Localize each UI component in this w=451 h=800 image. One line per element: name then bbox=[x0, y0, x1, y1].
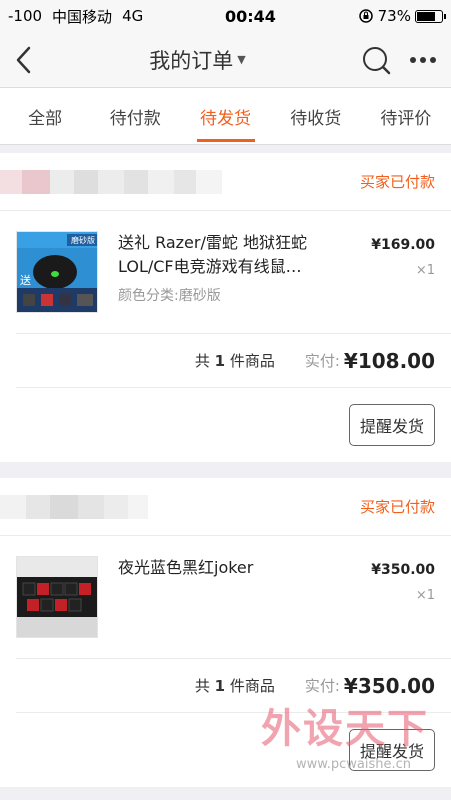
paid-amount: ¥350.00 bbox=[343, 673, 435, 698]
search-button[interactable] bbox=[361, 45, 391, 75]
tab-pending-payment[interactable]: 待付款 bbox=[90, 88, 180, 144]
tab-pending-payment-label: 待付款 bbox=[109, 108, 161, 129]
item-count-prefix: 共 bbox=[194, 677, 210, 695]
page-title: 我的订单 bbox=[149, 48, 234, 73]
status-left: -100 中国移动 4G bbox=[8, 6, 143, 27]
mouse-product-image: 磨砂版 送 bbox=[17, 232, 97, 312]
item-price-block: ¥350.00 ×1 bbox=[365, 556, 435, 638]
caret-down-icon: ▼ bbox=[237, 53, 246, 66]
more-dots-icon bbox=[410, 56, 436, 63]
item-count-prefix: 共 bbox=[194, 352, 210, 370]
shop-name-blurred[interactable] bbox=[0, 169, 222, 194]
site-watermark-url: www.pcwaishe.cn bbox=[296, 757, 411, 772]
order-card: 买家已付款 磨砂版 送 送礼 Razer/雷蛇 地狱狂蛇LOL/CF电竞游戏有线… bbox=[0, 153, 451, 462]
item-count: 共 1 件商品 bbox=[195, 675, 275, 696]
nav-bar: 我的订单 ▼ bbox=[0, 32, 451, 88]
item-info: 送礼 Razer/雷蛇 地狱狂蛇LOL/CF电竞游戏有线鼠… 颜色分类:磨砂版 bbox=[98, 231, 365, 313]
site-watermark: 外设天下 bbox=[261, 706, 429, 752]
back-button[interactable] bbox=[14, 46, 34, 74]
tab-pending-receipt[interactable]: 待收货 bbox=[271, 88, 361, 144]
order-header: 买家已付款 bbox=[0, 153, 451, 211]
tab-pending-receipt-label: 待收货 bbox=[290, 108, 342, 129]
item-price-block: ¥169.00 ×1 bbox=[365, 231, 435, 313]
product-thumbnail bbox=[16, 556, 98, 638]
signal-strength: -100 bbox=[8, 7, 43, 25]
chevron-left-icon bbox=[16, 46, 31, 73]
order-summary: 共 1 件商品 实付: ¥108.00 bbox=[16, 334, 451, 388]
tab-all-label: 全部 bbox=[28, 108, 63, 129]
order-tabs: 全部 待付款 待发货 待收货 待评价 bbox=[0, 88, 451, 145]
tab-pending-review-label: 待评价 bbox=[380, 108, 432, 129]
status-bar: -100 中国移动 4G 00:44 73% bbox=[0, 0, 451, 32]
paid-amount: ¥108.00 bbox=[343, 348, 435, 373]
remind-ship-button[interactable]: 提醒发货 bbox=[348, 404, 435, 446]
item-count: 共 1 件商品 bbox=[195, 350, 275, 371]
order-item[interactable]: 磨砂版 送 送礼 Razer/雷蛇 地狱狂蛇LOL/CF电竞游戏有线鼠… 颜色分… bbox=[16, 211, 451, 334]
battery-icon bbox=[414, 9, 446, 23]
item-quantity: ×1 bbox=[415, 263, 435, 278]
nav-actions bbox=[361, 45, 437, 75]
item-count-suffix: 件商品 bbox=[229, 677, 275, 695]
status-right: 73% bbox=[358, 7, 446, 25]
item-price: ¥169.00 bbox=[371, 237, 435, 253]
more-button[interactable] bbox=[409, 56, 437, 64]
item-count-number: 1 bbox=[214, 677, 226, 695]
item-quantity: ×1 bbox=[415, 588, 435, 603]
status-time: 00:44 bbox=[224, 6, 276, 26]
tab-pending-shipment[interactable]: 待发货 bbox=[180, 88, 270, 144]
order-item[interactable]: 夜光蓝色黑红joker ¥350.00 ×1 bbox=[16, 536, 451, 659]
thumb-side-text: 送 bbox=[20, 273, 31, 287]
tab-pending-review[interactable]: 待评价 bbox=[361, 88, 451, 144]
paid-label: 实付: bbox=[304, 352, 340, 370]
tab-pending-shipment-label: 待发货 bbox=[200, 108, 251, 129]
battery-fill bbox=[416, 11, 435, 21]
thumb-badge-text: 磨砂版 bbox=[71, 235, 95, 245]
item-info: 夜光蓝色黑红joker bbox=[98, 556, 365, 638]
product-thumbnail: 磨砂版 送 bbox=[16, 231, 98, 313]
carrier-name: 中国移动 bbox=[52, 7, 113, 26]
network-type: 4G bbox=[122, 7, 144, 25]
search-icon bbox=[363, 46, 391, 74]
item-title: 夜光蓝色黑红joker bbox=[118, 558, 254, 577]
page-title-dropdown[interactable]: 我的订单 ▼ bbox=[149, 45, 245, 75]
order-status: 买家已付款 bbox=[359, 498, 435, 516]
order-actions: 提醒发货 bbox=[0, 388, 451, 462]
item-title: 送礼 Razer/雷蛇 地狱狂蛇LOL/CF电竞游戏有线鼠… bbox=[118, 233, 307, 276]
item-count-number: 1 bbox=[214, 352, 226, 370]
order-status: 买家已付款 bbox=[359, 173, 435, 191]
paid-label: 实付: bbox=[304, 677, 340, 695]
rotation-lock-icon bbox=[358, 9, 373, 23]
item-price: ¥350.00 bbox=[371, 562, 435, 578]
item-sku: 颜色分类:磨砂版 bbox=[118, 288, 221, 304]
battery-percent: 73% bbox=[377, 7, 411, 25]
item-count-suffix: 件商品 bbox=[229, 352, 275, 370]
shop-name-blurred[interactable] bbox=[0, 494, 148, 519]
keycap-product-image bbox=[17, 557, 97, 637]
tab-all[interactable]: 全部 bbox=[0, 88, 90, 144]
order-header: 买家已付款 bbox=[0, 478, 451, 536]
